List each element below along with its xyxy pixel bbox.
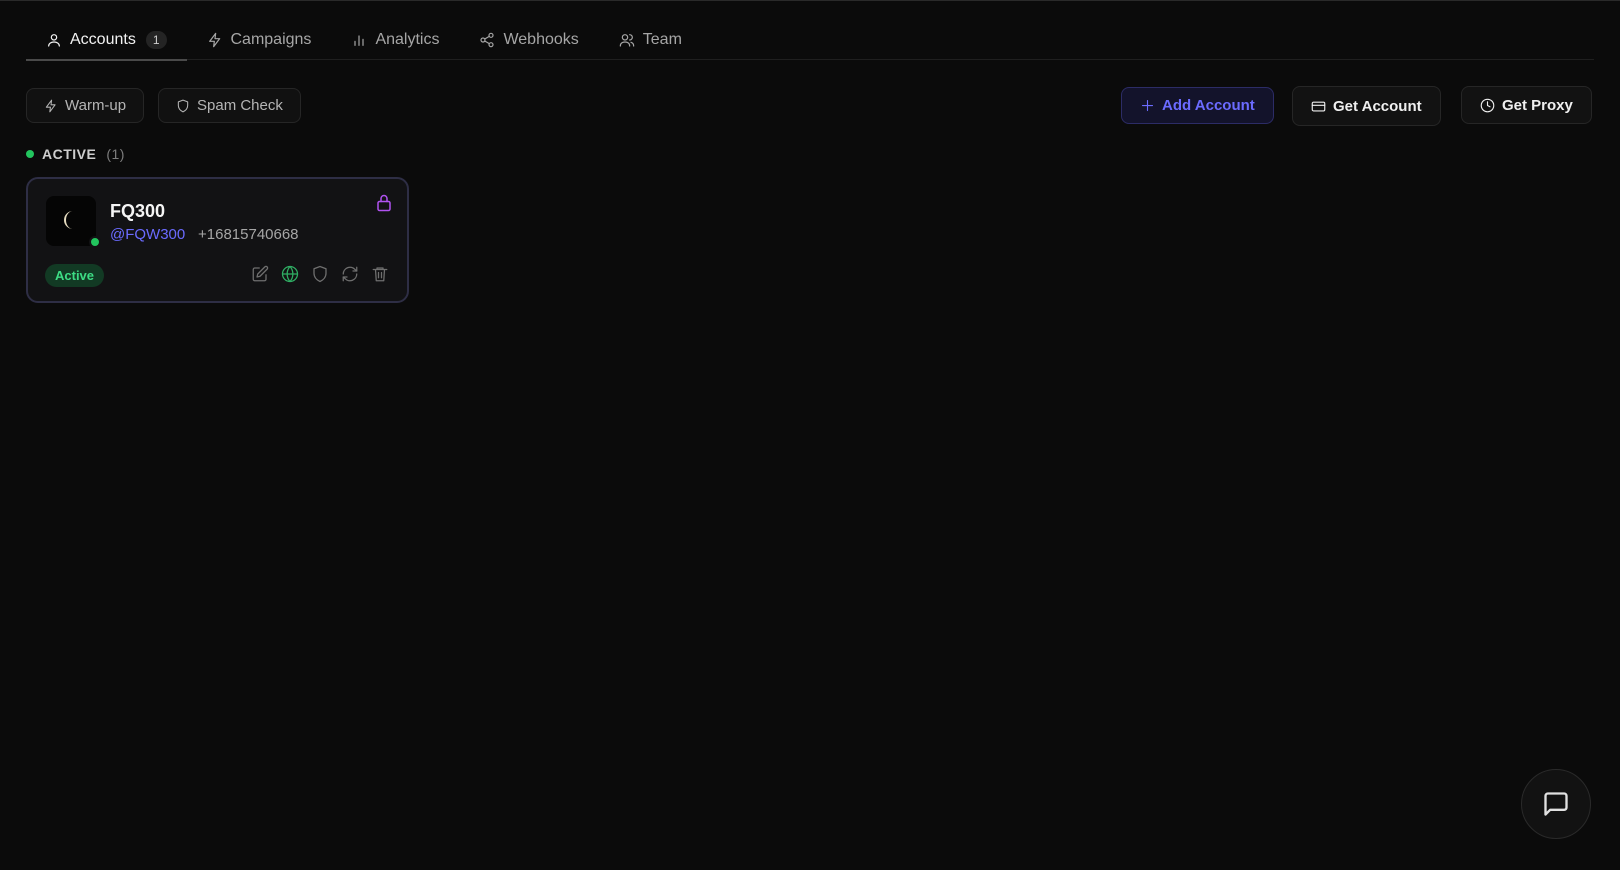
spam-check-label: Spam Check <box>197 97 283 114</box>
chat-icon <box>1544 792 1568 816</box>
tab-accounts[interactable]: Accounts 1 <box>26 20 187 61</box>
clock-icon <box>1480 98 1495 112</box>
account-phone: +16815740668 <box>198 226 299 243</box>
lightning-icon <box>208 32 220 48</box>
account-name: FQ300 <box>110 201 166 221</box>
status-badge: Active <box>45 264 105 287</box>
get-proxy-label: Get Proxy <box>1502 96 1573 114</box>
section-label: ACTIVE <box>42 146 97 162</box>
users-icon <box>619 34 635 47</box>
active-section-header: ACTIVE (1) <box>26 146 125 162</box>
tab-team[interactable]: Team <box>599 20 702 60</box>
account-card[interactable]: FQ300 @FQW300 +16815740668 Active <box>26 177 409 303</box>
moon-icon <box>64 211 73 229</box>
warmup-button[interactable]: Warm-up <box>26 88 145 123</box>
lock-icon[interactable] <box>375 193 393 213</box>
get-account-label: Get Account <box>1333 97 1422 115</box>
spam-check-button[interactable]: Spam Check <box>158 88 301 123</box>
lightning-icon <box>45 99 56 112</box>
warmup-label: Warm-up <box>65 97 127 114</box>
bar-chart-icon <box>354 35 365 46</box>
chat-button[interactable] <box>1521 769 1591 839</box>
tab-label: Analytics <box>375 31 440 48</box>
tab-label: Campaigns <box>230 31 312 48</box>
tab-analytics[interactable]: Analytics <box>331 20 459 60</box>
tab-webhooks[interactable]: Webhooks <box>459 20 598 60</box>
main-tabs: Accounts 1 Campaigns Analytics Webhooks … <box>26 20 1594 61</box>
share-nodes-icon <box>480 32 495 48</box>
online-indicator <box>89 236 101 248</box>
add-account-button[interactable]: Add Account <box>1121 87 1274 124</box>
plus-icon <box>1141 99 1154 112</box>
get-proxy-button[interactable]: Get Proxy <box>1461 86 1592 124</box>
avatar <box>46 196 101 248</box>
top-border <box>0 0 1620 1</box>
credit-card-icon <box>1311 101 1326 111</box>
account-handle[interactable]: @FQW300 <box>110 226 185 243</box>
tab-label: Team <box>642 31 682 48</box>
tab-label: Webhooks <box>503 31 579 48</box>
tab-label: Accounts <box>70 31 136 48</box>
status-dot <box>26 150 34 158</box>
add-account-label: Add Account <box>1162 97 1255 114</box>
get-account-button[interactable]: Get Account <box>1292 86 1441 126</box>
shield-icon[interactable] <box>311 265 329 283</box>
section-count: (1) <box>106 146 125 162</box>
user-icon <box>48 34 60 47</box>
trash-icon[interactable] <box>371 265 389 283</box>
edit-icon[interactable] <box>251 265 269 283</box>
globe-icon[interactable] <box>281 265 299 283</box>
tab-count-badge: 1 <box>145 31 167 49</box>
tab-campaigns[interactable]: Campaigns <box>187 20 332 60</box>
refresh-icon[interactable] <box>341 265 359 283</box>
shield-icon <box>177 99 189 112</box>
card-actions <box>251 265 389 283</box>
